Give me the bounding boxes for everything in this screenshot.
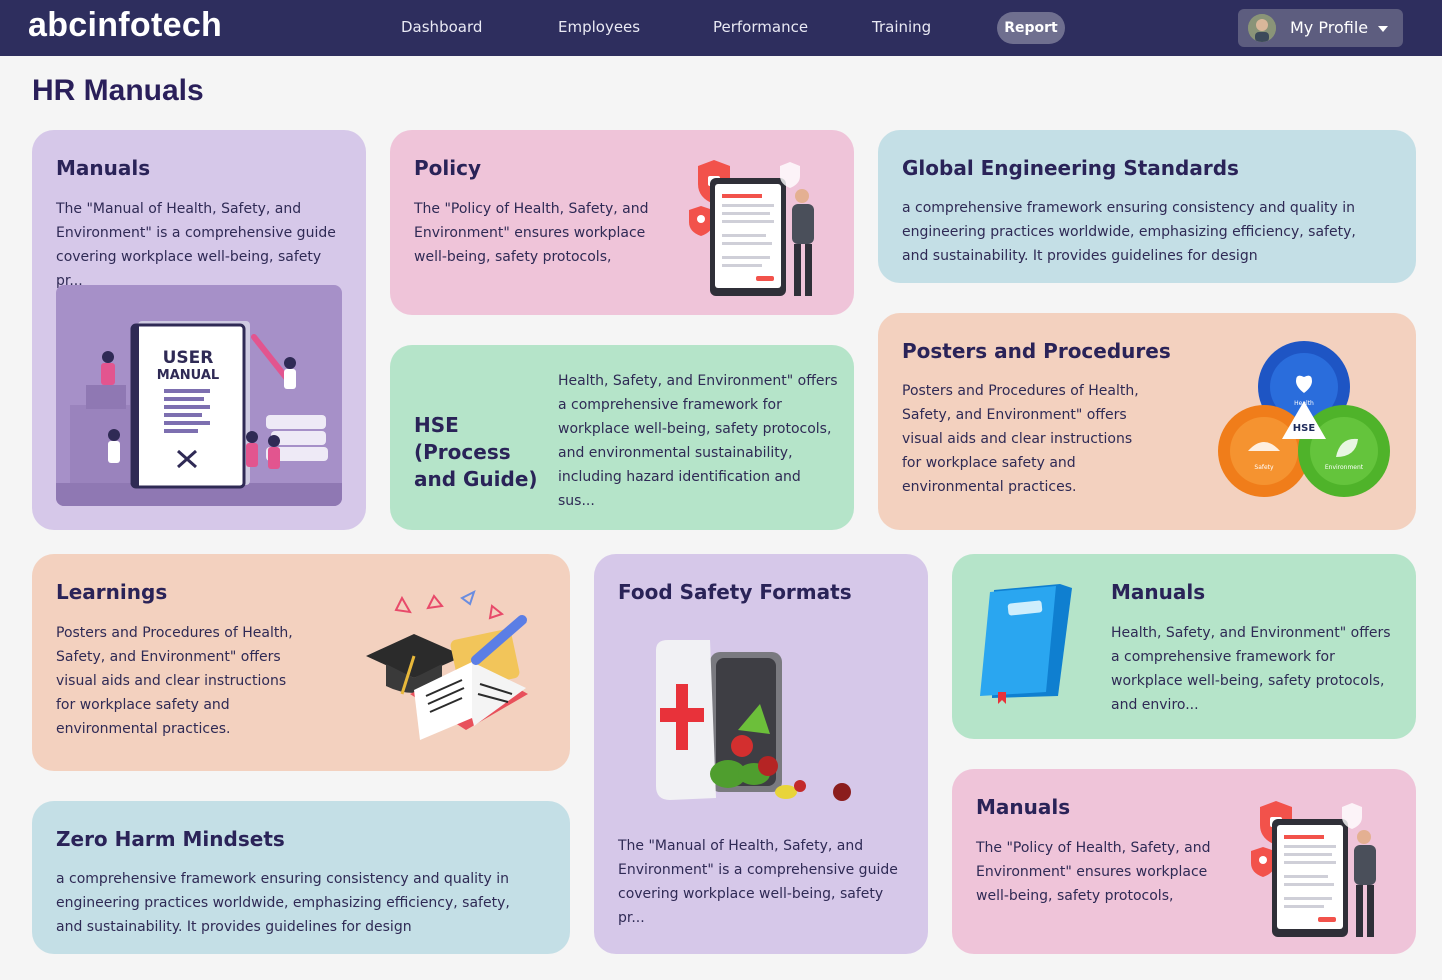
card-description: The "Policy of Health, Safety, and Envir… (414, 201, 649, 265)
card-policy[interactable]: Policy The "Policy of Health, Safety, an… (390, 130, 854, 315)
card-description: a comprehensive framework ensuring consi… (902, 200, 1356, 264)
avatar (1248, 14, 1276, 42)
graduation-book-illustration (362, 590, 538, 746)
card-title: Manuals (1111, 580, 1206, 604)
card-hse-process-and-guide[interactable]: HSE (Process and Guide) Health, Safety, … (390, 345, 854, 530)
card-global-engineering-standards[interactable]: Global Engineering Standards a comprehen… (878, 130, 1416, 283)
card-description: Health, Safety, and Environment" offers … (558, 373, 838, 509)
environment-label: Environment (1325, 464, 1364, 471)
chevron-down-icon (1378, 26, 1388, 32)
card-manuals-book[interactable]: Manuals Health, Safety, and Environment"… (952, 554, 1416, 739)
nav-performance[interactable]: Performance (713, 18, 808, 36)
first-aid-food-illustration (650, 634, 858, 810)
svg-text:MANUAL: MANUAL (157, 368, 219, 383)
card-description: The "Manual of Health, Safety, and Envir… (56, 201, 336, 289)
card-title: Zero Harm Mindsets (56, 827, 285, 851)
card-learnings[interactable]: Learnings Posters and Procedures of Heal… (32, 554, 570, 771)
card-title: Policy (414, 156, 482, 180)
card-title: Global Engineering Standards (902, 156, 1239, 180)
card-description: The "Manual of Health, Safety, and Envir… (618, 838, 898, 926)
nav-training[interactable]: Training (872, 18, 931, 36)
card-description: Health, Safety, and Environment" offers … (1111, 625, 1391, 713)
card-manuals-policy[interactable]: Manuals The "Policy of Health, Safety, a… (952, 769, 1416, 954)
page-title: HR Manuals (32, 74, 204, 107)
card-zero-harm-mindsets[interactable]: Zero Harm Mindsets a comprehensive frame… (32, 801, 570, 954)
brand-logo[interactable]: abcinfotech (28, 6, 222, 45)
phone-policy-illustration (1246, 799, 1396, 944)
card-title: Food Safety Formats (618, 580, 852, 604)
nav-employees[interactable]: Employees (558, 18, 640, 36)
card-title: Posters and Procedures (902, 339, 1171, 363)
nav-report[interactable]: Report (997, 12, 1065, 44)
card-title: Manuals (976, 795, 1071, 819)
hse-center-label: HSE (1293, 423, 1316, 434)
profile-label: My Profile (1290, 18, 1369, 37)
card-title: Learnings (56, 580, 168, 604)
profile-button[interactable]: My Profile (1238, 9, 1403, 47)
card-manuals[interactable]: Manuals The "Manual of Health, Safety, a… (32, 130, 366, 530)
card-description: Posters and Procedures of Health, Safety… (56, 625, 293, 737)
hse-venn-diagram: HSE Health Safety Environment (1218, 339, 1390, 503)
card-description: a comprehensive framework ensuring consi… (56, 871, 510, 935)
card-food-safety-formats[interactable]: Food Safety Formats The "Manual of Healt… (594, 554, 928, 954)
book-icon (976, 580, 1082, 704)
card-title: HSE (Process and Guide) (414, 413, 538, 491)
card-posters-and-procedures[interactable]: Posters and Procedures Posters and Proce… (878, 313, 1416, 530)
nav-dashboard[interactable]: Dashboard (401, 18, 482, 36)
health-label: Health (1294, 400, 1314, 407)
phone-policy-illustration (684, 158, 834, 303)
card-title: Manuals (56, 156, 151, 180)
card-description: The "Policy of Health, Safety, and Envir… (976, 840, 1211, 904)
user-manual-illustration: USER MANUAL (56, 285, 342, 506)
safety-label: Safety (1254, 464, 1274, 471)
svg-text:USER: USER (163, 348, 214, 368)
top-navbar: abcinfotech Dashboard Employees Performa… (0, 0, 1442, 56)
card-description: Posters and Procedures of Health, Safety… (902, 383, 1139, 495)
